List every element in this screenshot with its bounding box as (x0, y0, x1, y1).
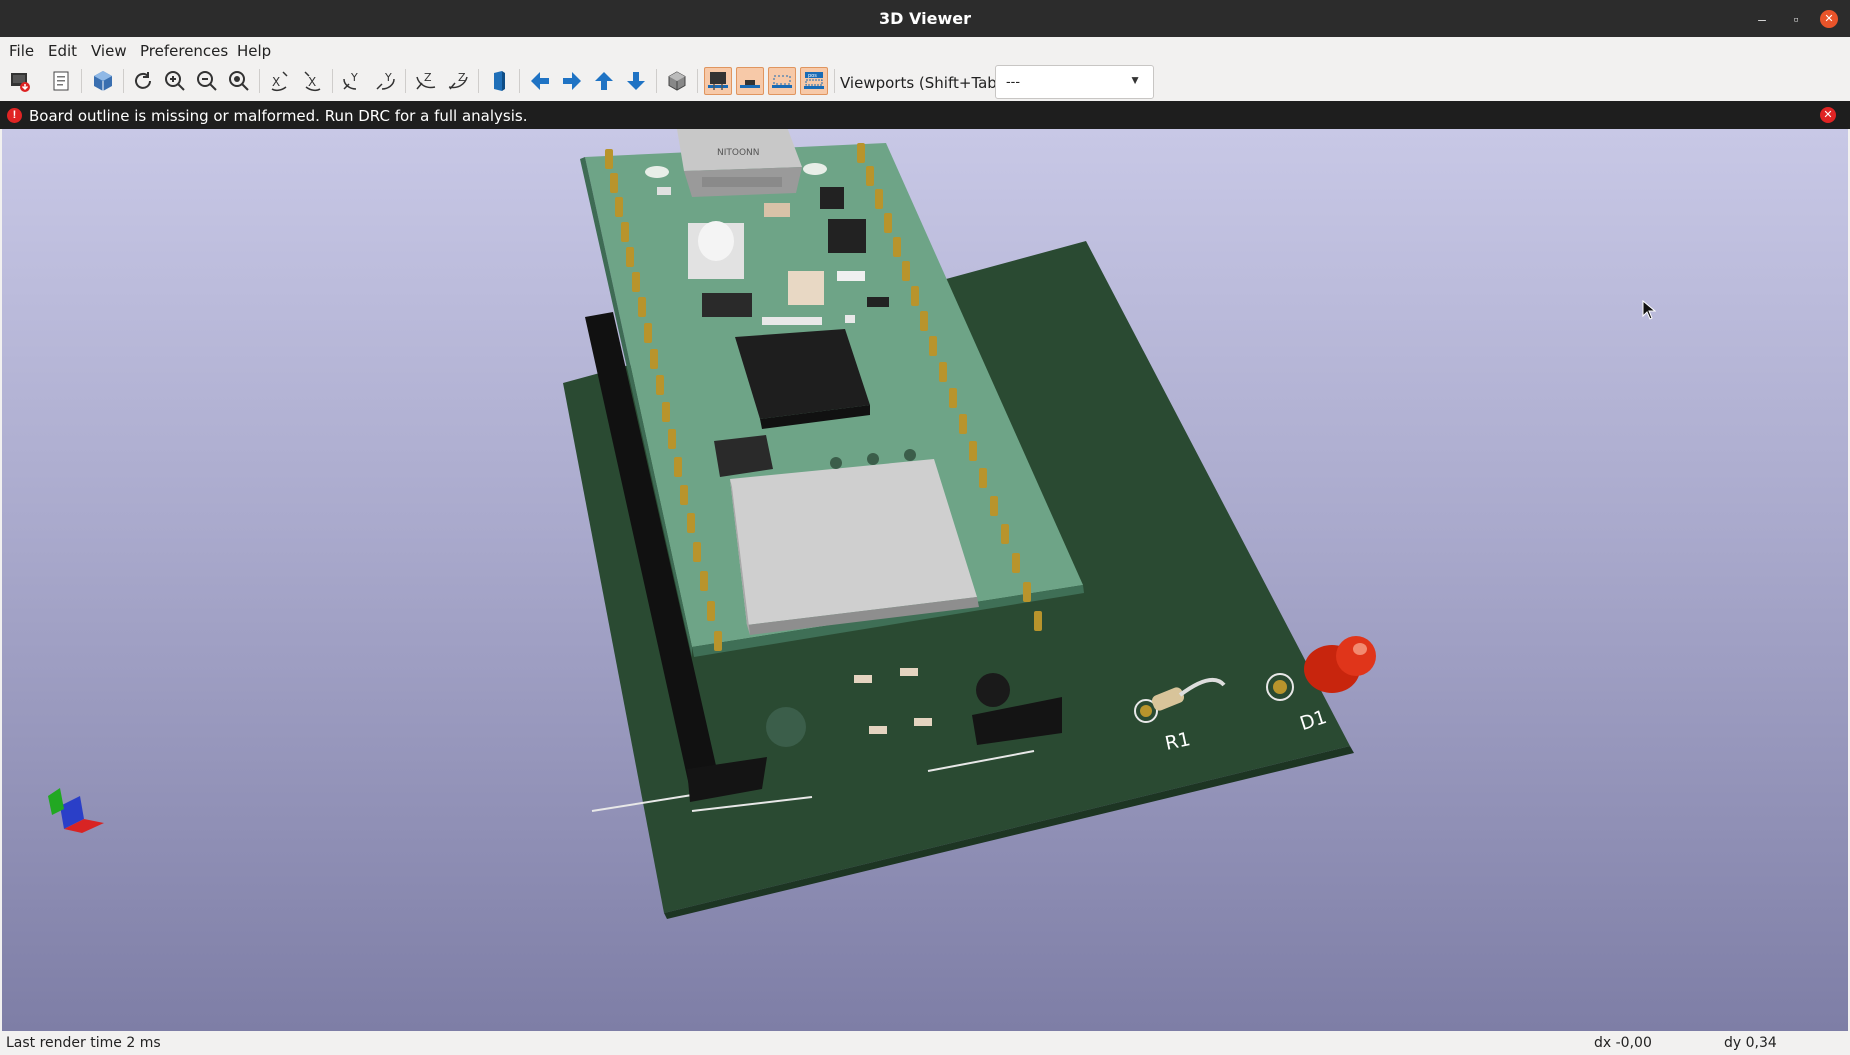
info-bar-message: Board outline is missing or malformed. R… (29, 107, 528, 125)
chevron-down-icon: ▼ (1129, 73, 1141, 87)
viewports-select[interactable]: --- ▼ (995, 65, 1154, 99)
export-image-icon[interactable] (6, 67, 34, 95)
svg-text:Z: Z (424, 71, 432, 84)
raytrace-icon[interactable] (89, 67, 117, 95)
rotate-x-ccw-icon[interactable]: X (298, 67, 326, 95)
svg-text:Y: Y (350, 71, 358, 84)
info-bar-close-button[interactable]: ✕ (1820, 107, 1836, 123)
pan-right-icon[interactable] (558, 67, 586, 95)
svg-text:pos: pos (808, 73, 817, 79)
rotate-z-cw-icon[interactable]: Z (412, 67, 440, 95)
close-button[interactable]: ✕ (1820, 10, 1838, 28)
info-bar: ! Board outline is missing or malformed.… (0, 101, 1850, 129)
toolbar: X X Y Y Z Z pos Viewports (Shift+Tab): -… (0, 63, 1850, 102)
rotate-y-ccw-icon[interactable]: Y (371, 67, 399, 95)
maximize-button[interactable]: ▫ (1786, 9, 1806, 29)
viewports-label: Viewports (Shift+Tab): (840, 74, 1008, 92)
axis-gizmo-icon (48, 788, 104, 833)
rotate-x-cw-icon[interactable]: X (266, 67, 294, 95)
flip-board-icon[interactable] (485, 67, 513, 95)
rf-module-shield (730, 459, 977, 625)
error-icon: ! (7, 108, 22, 123)
svg-text:X: X (272, 75, 280, 89)
mouse-cursor-icon (1642, 300, 1656, 320)
usb-connector: NITOONN (677, 129, 802, 197)
zoom-out-icon[interactable] (193, 67, 221, 95)
ortho-toggle-icon[interactable] (663, 67, 691, 95)
menu-preferences[interactable]: Preferences (140, 42, 228, 60)
dx-readout: dx -0,00 (1594, 1035, 1652, 1051)
copy-clipboard-icon[interactable] (47, 67, 75, 95)
pan-down-icon[interactable] (622, 67, 650, 95)
rotate-z-ccw-icon[interactable]: Z (444, 67, 472, 95)
mounting-hole (976, 673, 1010, 707)
minimize-button[interactable]: – (1752, 9, 1772, 29)
usb-connector-label: NITOONN (717, 148, 760, 158)
svg-text:Y: Y (384, 71, 392, 84)
rotate-y-cw-icon[interactable]: Y (339, 67, 367, 95)
menu-edit[interactable]: Edit (48, 42, 77, 60)
viewer-window: 3D Viewer – ▫ ✕ File Edit View Preferenc… (0, 0, 1850, 1055)
title-bar: 3D Viewer – ▫ ✕ (0, 0, 1850, 37)
pan-left-icon[interactable] (526, 67, 554, 95)
menu-bar: File Edit View Preferences Help (0, 37, 1850, 63)
show-smd-icon[interactable] (736, 67, 764, 95)
render-time-text: Last render time 2 ms (6, 1035, 161, 1051)
viewports-select-value: --- (1006, 73, 1020, 89)
menu-view[interactable]: View (91, 42, 127, 60)
dy-readout: dy 0,34 (1724, 1035, 1777, 1051)
menu-help[interactable]: Help (237, 42, 271, 60)
pan-up-icon[interactable] (590, 67, 618, 95)
show-not-in-pos-icon[interactable]: pos (800, 67, 828, 95)
show-tht-icon[interactable] (704, 67, 732, 95)
show-virtual-icon[interactable] (768, 67, 796, 95)
zoom-fit-icon[interactable] (225, 67, 253, 95)
zoom-in-icon[interactable] (161, 67, 189, 95)
svg-text:X: X (308, 75, 316, 89)
reload-icon[interactable] (129, 67, 157, 95)
menu-file[interactable]: File (9, 42, 34, 60)
window-title: 3D Viewer (879, 9, 971, 28)
3d-viewport[interactable]: NITOONN R1 D1 (2, 129, 1848, 1031)
status-bar: Last render time 2 ms dx -0,00 dy 0,34 (0, 1031, 1850, 1055)
